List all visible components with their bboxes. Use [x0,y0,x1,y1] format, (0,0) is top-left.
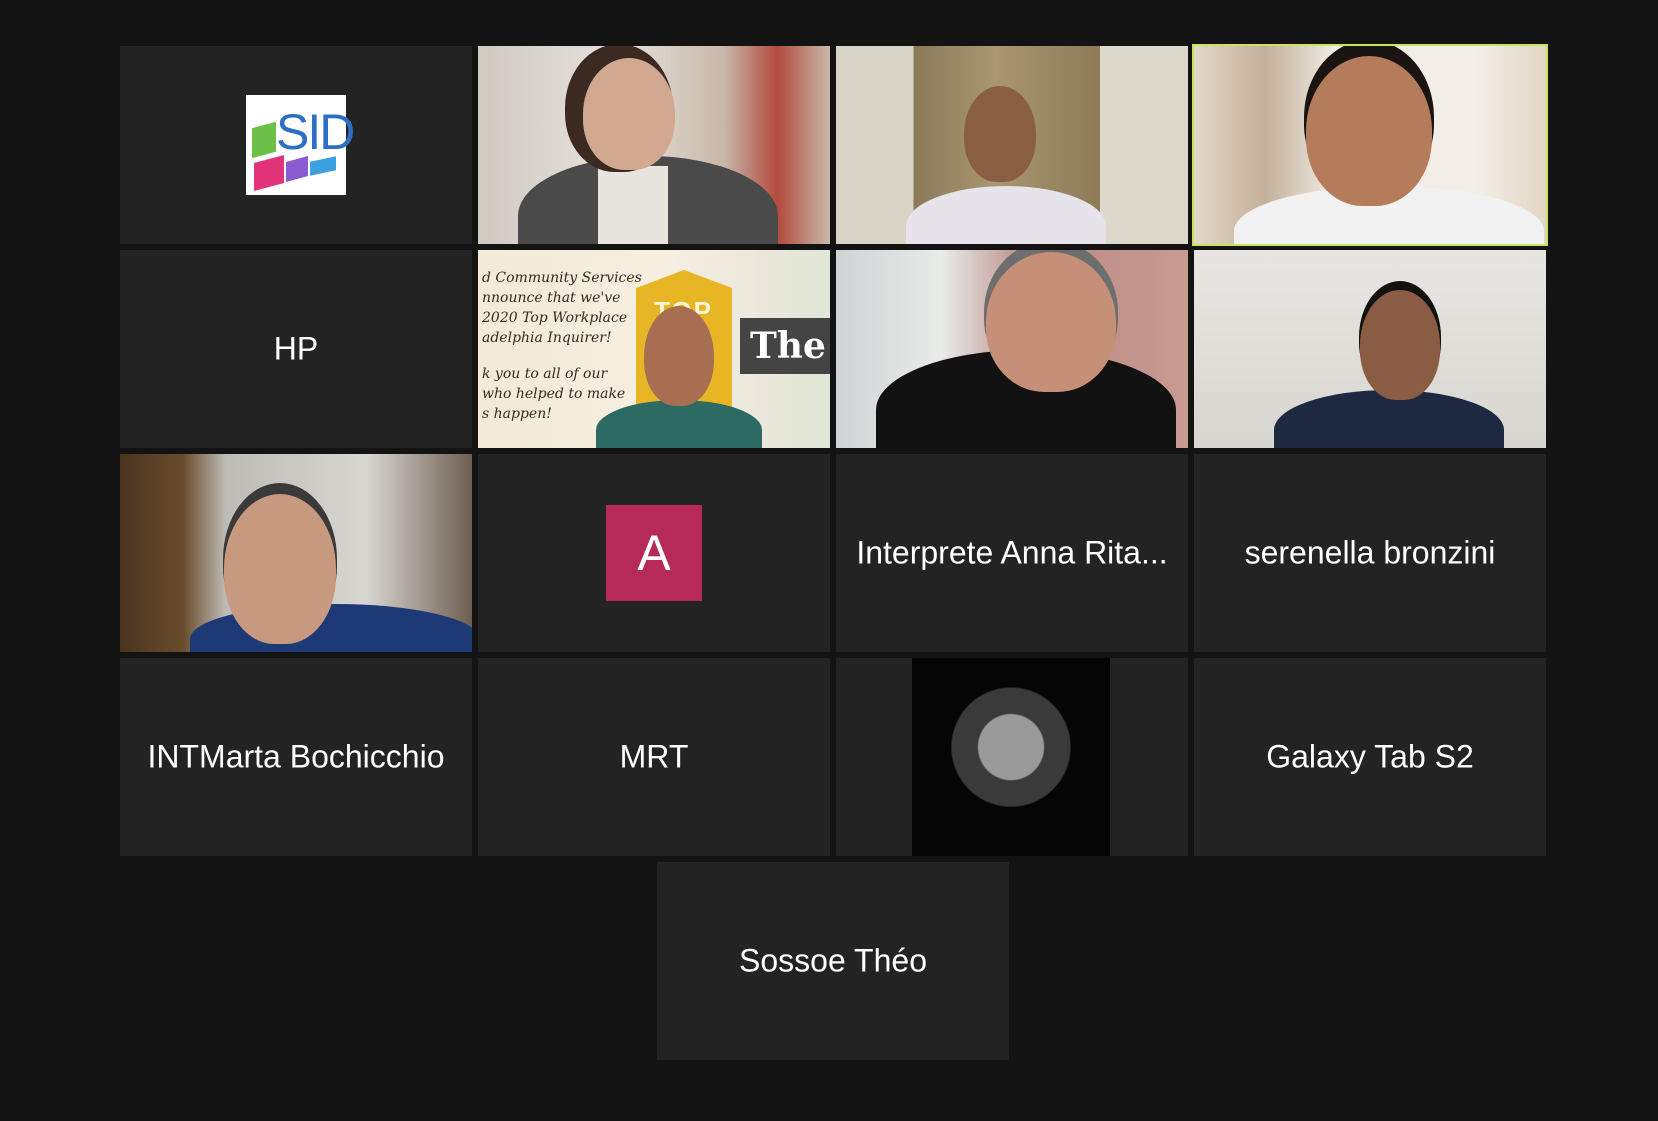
participant-name: serenella bronzini [1244,534,1496,571]
participant-tile-video-woman[interactable] [478,46,830,244]
logo-text: SID [276,104,355,160]
participant-avatar: A [606,505,702,601]
participant-tile-hp[interactable]: HP [120,250,472,448]
participant-name: INTMarta Bochicchio [147,738,445,775]
participant-tile-sossoe-theo[interactable]: Sossoe Théo [657,862,1009,1060]
participant-tile-profile-photo[interactable] [836,658,1188,856]
participant-tile-sid[interactable]: SID [120,46,472,244]
participant-tile-interprete-anna-rita[interactable]: Interprete Anna Rita... [836,454,1188,652]
participant-tile-intmarta-bochicchio[interactable]: INTMarta Bochicchio [120,658,472,856]
participant-tile-mrt[interactable]: MRT [478,658,830,856]
newspaper-logo: The I [740,318,830,374]
participant-tile-a[interactable]: A [478,454,830,652]
participant-name: Galaxy Tab S2 [1266,738,1474,775]
participant-tile-video-headset[interactable] [836,250,1188,448]
participant-tile-video-glasses[interactable] [120,454,472,652]
participant-name: MRT [619,738,689,775]
participant-name: Sossoe Théo [739,942,927,979]
participant-tile-serenella-bronzini[interactable]: serenella bronzini [1194,454,1546,652]
gallery-view: SID HP d Community Services nnounce that… [0,0,1658,1121]
participant-tile-video-banner[interactable]: d Community Services nnounce that we've … [478,250,830,448]
sid-logo: SID [246,95,355,195]
participant-name: HP [273,330,319,367]
participant-tile-video-active-speaker[interactable] [1192,44,1548,246]
profile-photo [912,658,1110,856]
participant-tile-video-man[interactable] [836,46,1188,244]
participant-name: Interprete Anna Rita... [856,534,1168,571]
participant-tile-galaxy-tab-s2[interactable]: Galaxy Tab S2 [1194,658,1546,856]
participant-tile-video-earphones[interactable] [1194,250,1546,448]
